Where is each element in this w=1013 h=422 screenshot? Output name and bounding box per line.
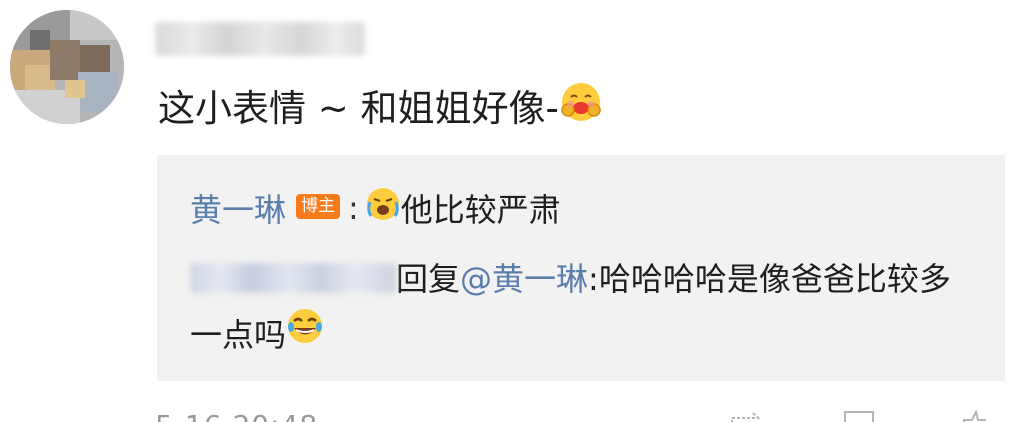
comment-footer: 5-16 20:48 — [155, 406, 995, 422]
author-reply-text: 他比较严肃 — [400, 191, 561, 229]
reply-thread: 黄一琳 博主 : 他比较严肃 回复@黄一琳:哈哈哈哈是像爸爸比较多一点吗 — [157, 155, 1005, 381]
crying-emoji-icon — [365, 186, 401, 230]
mention-link[interactable]: @黄一琳 — [460, 260, 588, 298]
share-icon[interactable] — [728, 410, 766, 422]
avatar[interactable] — [10, 10, 124, 124]
author-reply: 黄一琳 博主 : 他比较严肃 — [190, 185, 561, 231]
comment-text: 这小表情 ~ 和姐姐好像- — [158, 86, 559, 130]
author-name[interactable]: 黄一琳 — [190, 185, 286, 231]
reply-colon: : — [348, 189, 359, 227]
timestamp: 5-16 20:48 — [155, 409, 318, 422]
comment-card: 这小表情 ~ 和姐姐好像- 黄一琳 博主 : 他比较严肃 回复@黄一琳:哈哈哈哈… — [0, 0, 1013, 422]
username-blurred[interactable] — [155, 22, 365, 56]
replier-name-blurred[interactable] — [190, 263, 396, 293]
comment-body: 这小表情 ~ 和姐姐好像- — [158, 80, 603, 137]
laugh-tears-emoji-icon — [286, 306, 324, 362]
like-icon[interactable] — [960, 409, 990, 422]
user-reply: 回复@黄一琳:哈哈哈哈是像爸爸比较多一点吗 — [190, 251, 980, 365]
comment-icon[interactable] — [843, 410, 877, 422]
author-badge: 博主 — [296, 193, 341, 219]
reply-word: 回复 — [396, 260, 461, 298]
hug-emoji-icon — [559, 80, 603, 137]
